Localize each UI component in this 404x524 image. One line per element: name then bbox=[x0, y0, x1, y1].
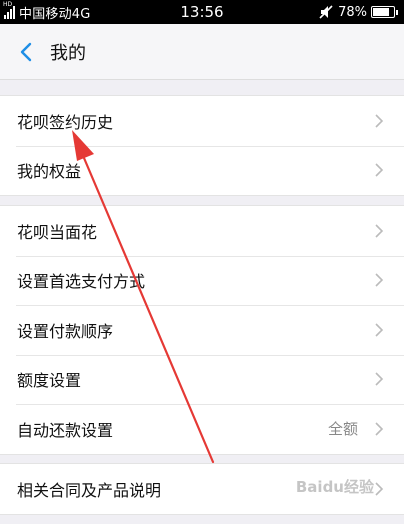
row-label: 花呗当面花 bbox=[17, 222, 98, 242]
row-label: 设置付款顺序 bbox=[17, 321, 114, 341]
page-title: 我的 bbox=[50, 43, 86, 64]
chevron-right-icon bbox=[375, 224, 384, 238]
row-value: 全额 bbox=[327, 420, 358, 439]
mute-icon bbox=[319, 5, 333, 19]
row-credit-limit-settings[interactable]: 额度设置 bbox=[0, 354, 404, 405]
row-label: 设置首选支付方式 bbox=[17, 272, 146, 292]
chevron-right-icon bbox=[375, 422, 384, 436]
row-payment-order[interactable]: 设置付款顺序 bbox=[0, 305, 404, 355]
row-huabei-sign-history[interactable]: 花呗签约历史 bbox=[0, 96, 404, 146]
row-huabei-face-to-face[interactable]: 花呗当面花 bbox=[0, 206, 404, 256]
row-auto-repayment-settings[interactable]: 自动还款设置 全额 bbox=[0, 404, 404, 454]
row-label: 自动还款设置 bbox=[17, 420, 114, 440]
navigation-bar: 我的 bbox=[0, 24, 404, 80]
chevron-right-icon bbox=[375, 114, 384, 128]
row-preferred-payment-method[interactable]: 设置首选支付方式 bbox=[0, 255, 404, 306]
battery-fill bbox=[373, 8, 389, 16]
chevron-right-icon bbox=[375, 482, 384, 496]
row-label: 花呗签约历史 bbox=[17, 112, 114, 132]
battery-icon bbox=[371, 6, 398, 18]
settings-group-2: 花呗当面花 设置首选支付方式 设置付款顺序 额度设置 自动还款设置 全额 bbox=[0, 205, 404, 455]
status-right: 78% bbox=[318, 0, 398, 24]
battery-percent: 78% bbox=[338, 4, 367, 20]
row-my-benefits[interactable]: 我的权益 bbox=[0, 145, 404, 196]
chevron-right-icon bbox=[375, 273, 384, 287]
chevron-right-icon bbox=[375, 323, 384, 337]
status-bar: HD 中国移动4G 13:56 78% bbox=[0, 0, 404, 24]
row-label: 我的权益 bbox=[17, 162, 82, 182]
watermark-logo: Baidu经验 bbox=[295, 478, 374, 496]
settings-group-1: 花呗签约历史 我的权益 bbox=[0, 95, 404, 196]
chevron-right-icon bbox=[375, 163, 384, 177]
row-label: 相关合同及产品说明 bbox=[17, 480, 162, 500]
chevron-left-icon bbox=[20, 42, 32, 62]
row-label: 额度设置 bbox=[17, 371, 82, 391]
chevron-right-icon bbox=[375, 372, 384, 386]
back-button[interactable] bbox=[12, 38, 40, 66]
